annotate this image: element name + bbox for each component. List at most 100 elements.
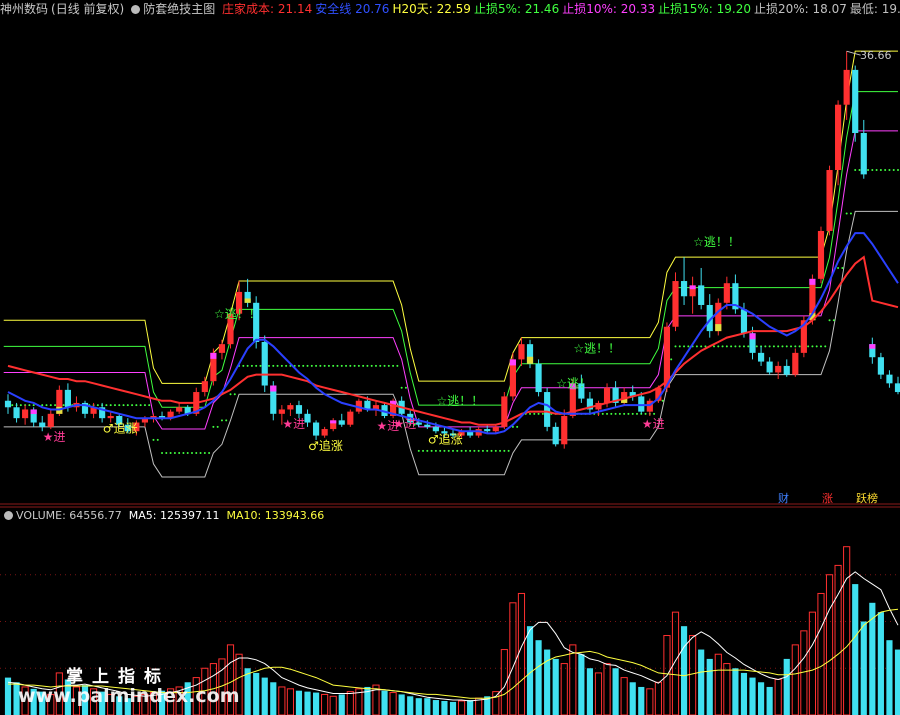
- candle: [775, 361, 782, 379]
- volume-bar: [278, 686, 286, 715]
- app-name: 神州数码: [0, 2, 49, 16]
- signal-label: ★进: [394, 417, 417, 431]
- volume-title[interactable]: VOLUME:: [16, 509, 66, 522]
- stop15-dot: [332, 364, 335, 367]
- candle-body: [698, 285, 705, 305]
- volume-bar: [578, 654, 585, 715]
- volume-bar: [509, 602, 517, 715]
- candle: [826, 165, 833, 236]
- candle: [869, 337, 876, 364]
- stop15-dot: [434, 449, 437, 452]
- grid-lines: [0, 503, 900, 669]
- stop15-dot: [854, 169, 857, 172]
- candle-body: [201, 381, 208, 393]
- signal-label: ☆逃！: [556, 376, 591, 390]
- candle-body: [295, 405, 303, 414]
- stop15-dot: [353, 364, 356, 367]
- candle-body: [484, 429, 491, 432]
- settings-circle-icon[interactable]: [4, 511, 13, 520]
- candle-accent: [809, 278, 816, 285]
- stop15-dot: [148, 404, 151, 407]
- volume-bar: [457, 700, 466, 715]
- stop15-dot: [54, 404, 57, 407]
- stop15-dot: [306, 364, 309, 367]
- stop15-dot: [670, 358, 673, 361]
- volume-bar: [886, 640, 893, 715]
- header-value-5: 止损15%: 19.20: [658, 2, 751, 16]
- stop15-dot: [319, 364, 322, 367]
- moving-lines: [7, 50, 899, 435]
- volume-bar: [689, 635, 697, 715]
- settings-circle-icon[interactable]: [131, 5, 141, 14]
- candle-body: [64, 389, 71, 408]
- candle: [843, 51, 850, 120]
- candle-body: [312, 422, 320, 436]
- stop15-dot: [374, 364, 377, 367]
- volume-bar: [295, 690, 303, 715]
- max-price-label: 36.66: [860, 49, 892, 62]
- candle-body: [218, 344, 226, 353]
- stop15-dot: [19, 404, 22, 407]
- volume-bar: [894, 649, 900, 715]
- stop15-dot: [430, 449, 433, 452]
- stop15-dot: [250, 364, 253, 367]
- stop15-dot: [302, 364, 305, 367]
- stop15-dot: [439, 449, 442, 452]
- stop15-dot: [635, 412, 638, 415]
- candle-body: [544, 392, 551, 427]
- candle-accent: [210, 352, 217, 359]
- candle: [792, 348, 799, 377]
- candle-body: [39, 422, 46, 427]
- volume-bar: [869, 602, 876, 715]
- period-label[interactable]: (日线 前复权): [51, 2, 124, 16]
- volume-bar: [312, 692, 320, 715]
- candle: [338, 413, 345, 427]
- candle: [210, 348, 217, 386]
- stop15-dot: [280, 364, 283, 367]
- candle-body: [638, 396, 645, 412]
- stop15-dot: [541, 412, 544, 415]
- stop15-dot: [777, 345, 780, 348]
- stop15-dot: [494, 449, 497, 452]
- candle-body: [860, 133, 867, 175]
- candle: [535, 359, 542, 397]
- stop15-dot: [456, 449, 459, 452]
- candle: [347, 409, 354, 427]
- zhang-tag[interactable]: 涨: [820, 492, 835, 506]
- candle: [90, 402, 97, 419]
- stop15-dot: [447, 449, 450, 452]
- candle-body: [680, 281, 688, 297]
- candle: [467, 426, 474, 438]
- indicator-name[interactable]: 防套绝技主图: [143, 2, 215, 16]
- stop15-dot: [529, 412, 532, 415]
- volume-bar: [569, 644, 577, 715]
- volume-bar: [714, 653, 722, 715]
- stop15-dot: [422, 449, 425, 452]
- signal-label: ☆逃！！: [436, 394, 483, 408]
- stop15-dot: [417, 449, 420, 452]
- stop15-dot: [242, 364, 245, 367]
- stop15-dot: [233, 393, 236, 396]
- stop15-dot: [268, 364, 271, 367]
- candle-accent: [526, 356, 534, 364]
- yuebang-tag[interactable]: 跃榜: [854, 492, 880, 506]
- candle: [270, 381, 277, 421]
- volume-bar: [732, 668, 739, 715]
- stop15-dot: [143, 404, 146, 407]
- candle: [287, 402, 294, 416]
- candle: [612, 381, 619, 408]
- stop15-dot: [678, 345, 681, 348]
- candle-body: [817, 230, 825, 279]
- candle-body: [518, 344, 525, 360]
- stop15-dot: [798, 345, 801, 348]
- volume-bar: [825, 574, 834, 715]
- stop15-dot: [161, 451, 164, 454]
- stop15-dot: [122, 404, 125, 407]
- header-value-0: 庄家成本: 21.14: [222, 2, 313, 16]
- stop15-dot: [400, 386, 403, 389]
- volume-bar: [594, 672, 603, 715]
- ma5-label: MA5:: [128, 509, 157, 522]
- cai-tag[interactable]: 财: [776, 492, 791, 506]
- candle: [715, 298, 722, 336]
- stop-loss-lines: [3, 50, 899, 478]
